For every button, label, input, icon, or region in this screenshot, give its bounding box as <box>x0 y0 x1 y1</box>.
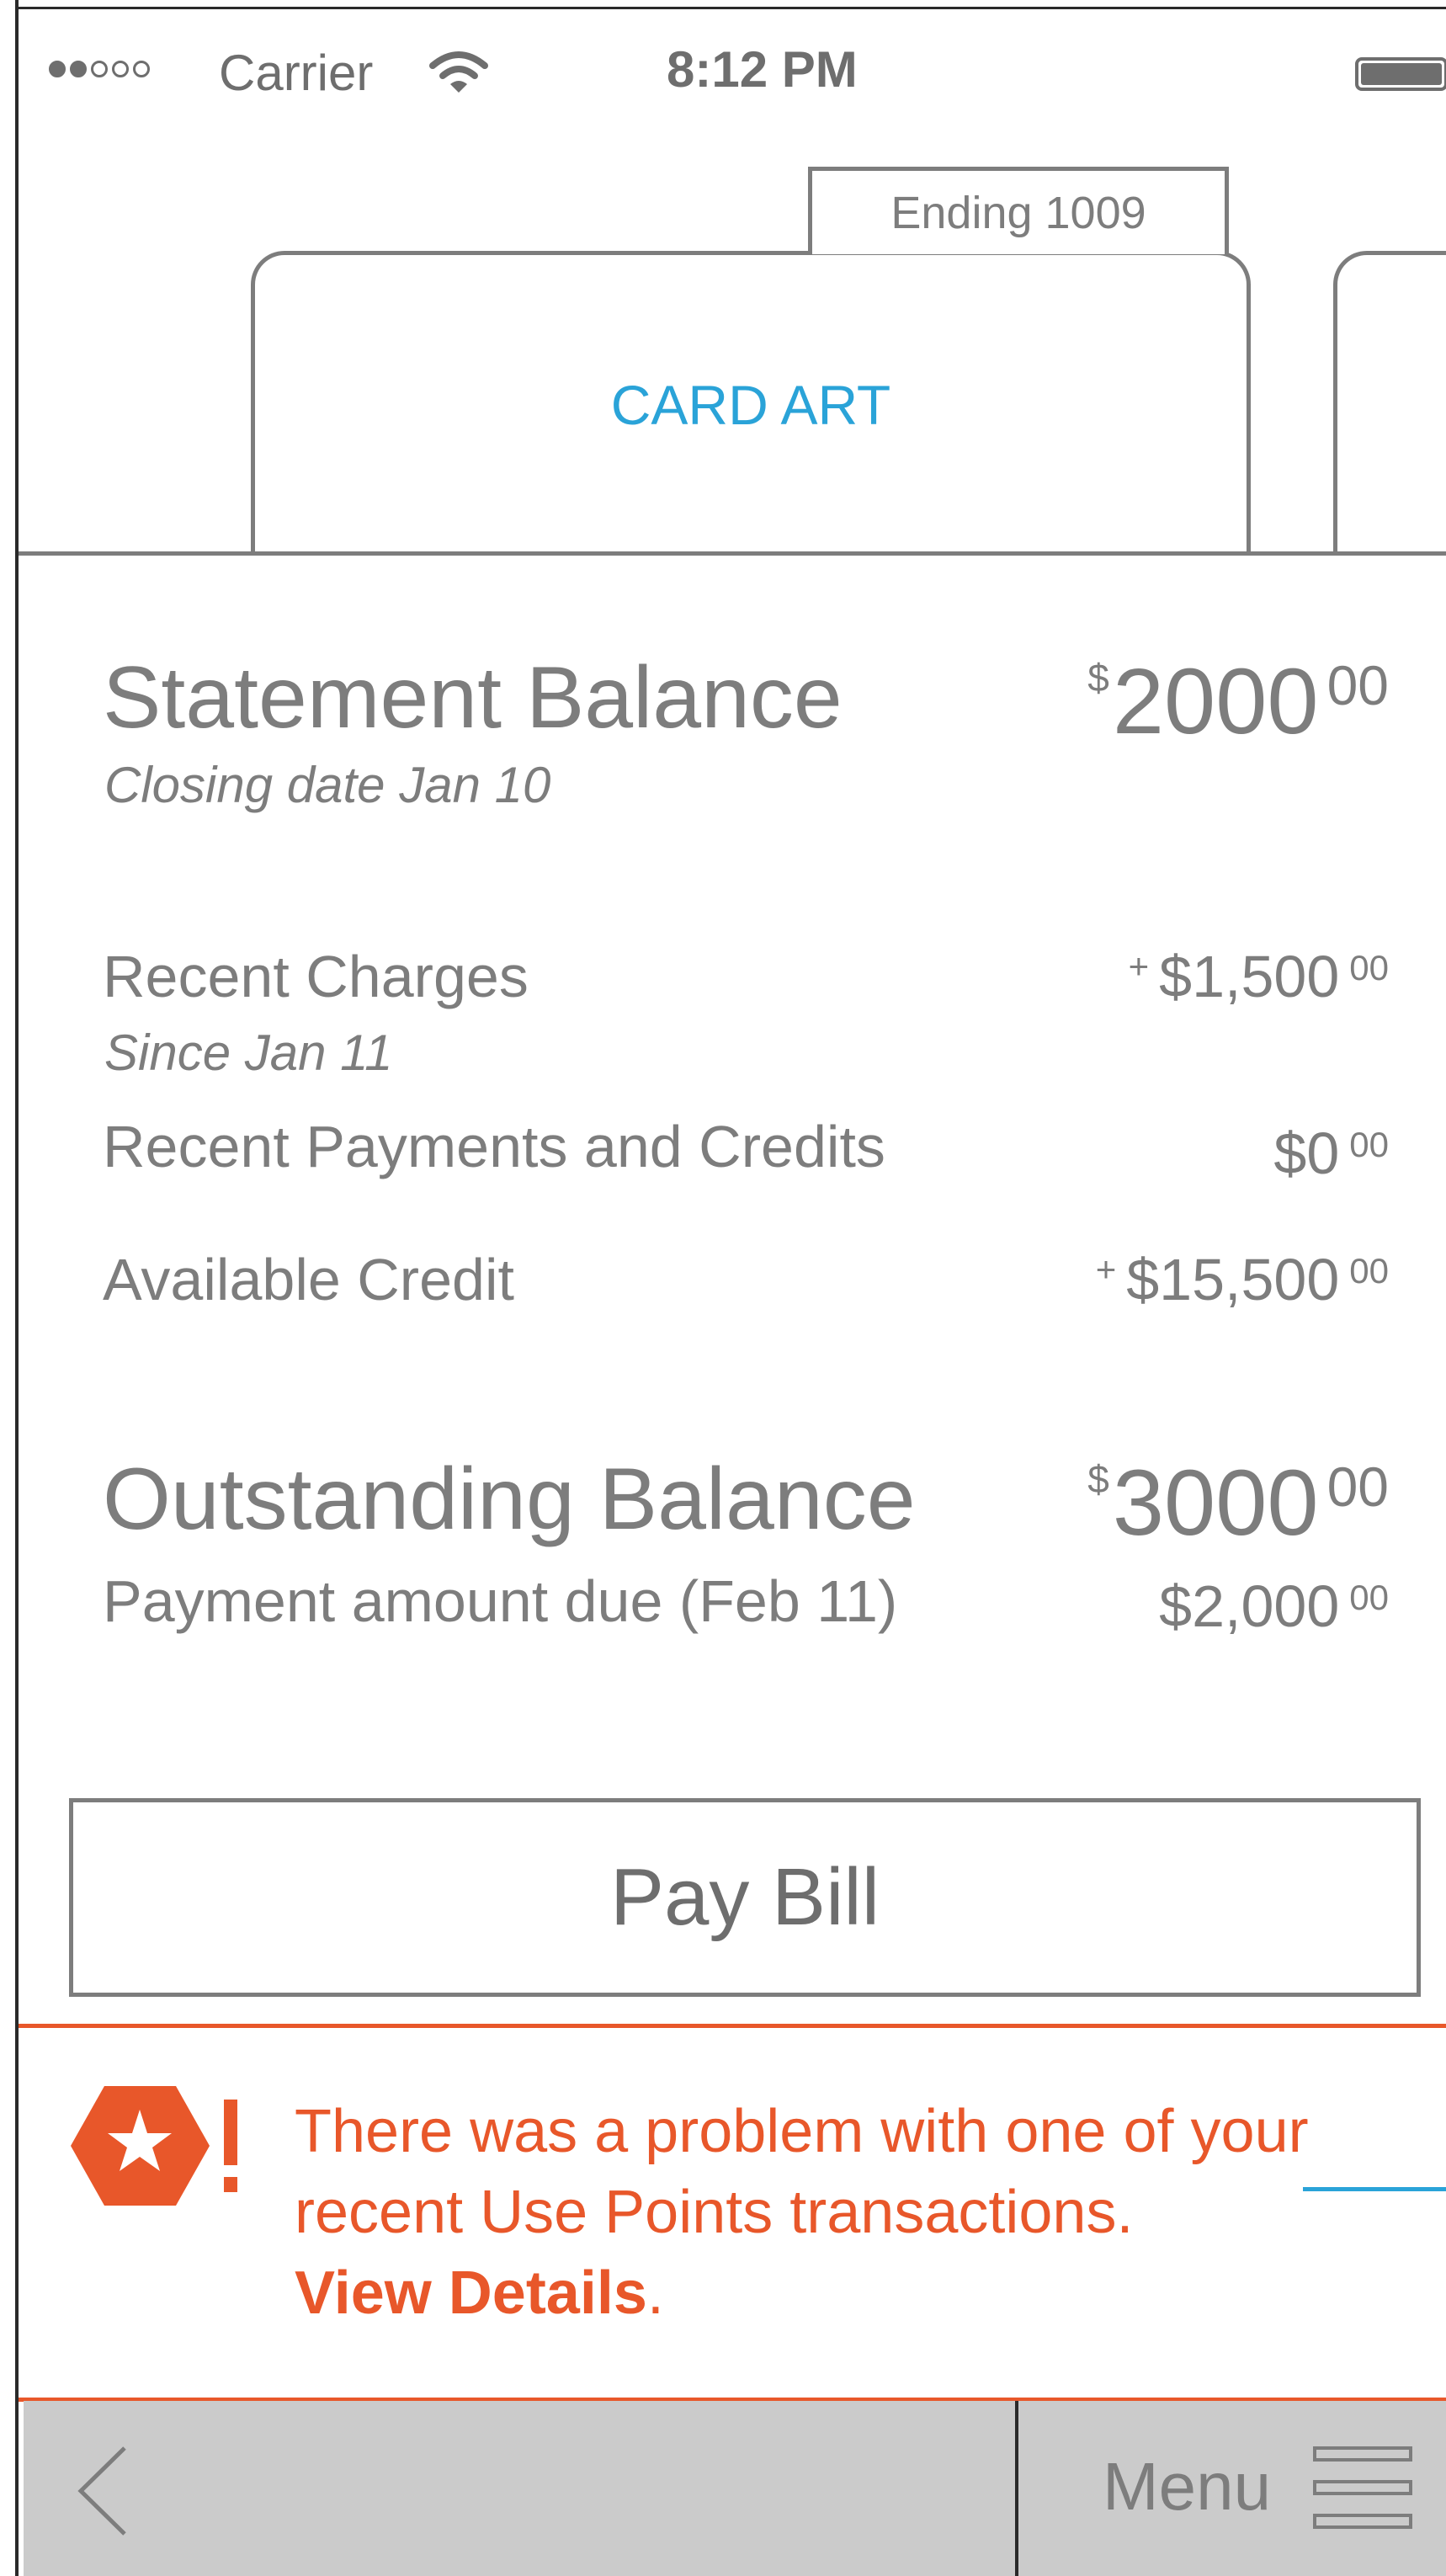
recent-payments-label: Recent Payments and Credits <box>103 1114 885 1179</box>
available-credit-label: Available Credit <box>103 1247 514 1312</box>
bottom-nav-bar: Menu <box>24 2401 1446 2576</box>
recent-payments-row: Recent Payments and Credits $0 00 <box>19 1113 1446 1197</box>
alert-message-text: There was a problem with one of your rec… <box>295 2098 1309 2246</box>
battery-icon <box>1355 57 1446 91</box>
outstanding-balance-amount: $3000 00 <box>1087 1451 1389 1555</box>
available-credit-row: Available Credit + $15,500 00 <box>19 1246 1446 1330</box>
currency-symbol: $ <box>1087 656 1109 700</box>
back-chevron-icon[interactable] <box>74 2445 141 2537</box>
card-art-label: CARD ART <box>610 374 891 436</box>
carrier-name: Carrier <box>219 45 374 101</box>
hamburger-menu-icon <box>1313 2446 1414 2531</box>
status-bar: Carrier 8:12 PM <box>19 0 1446 143</box>
recent-charges-amount: + $1,500 00 <box>1128 944 1389 1009</box>
card-art[interactable]: CARD ART <box>251 251 1251 556</box>
nav-divider <box>1015 2401 1018 2576</box>
card-carousel[interactable]: CARD ART Ending 1009 <box>19 143 1446 556</box>
statement-balance-amount: $2000 00 <box>1087 648 1389 755</box>
statement-amount-whole: 2000 <box>1112 650 1319 753</box>
menu-label: Menu <box>1103 2449 1272 2524</box>
view-details-link[interactable]: View Details <box>295 2259 647 2327</box>
clock: 8:12 PM <box>667 41 858 98</box>
statement-balance-title: Statement Balance <box>103 649 843 747</box>
recent-charges-since: Since Jan 11 <box>104 1025 393 1081</box>
payment-due-label: Payment amount due (Feb 11) <box>103 1568 898 1634</box>
outstanding-balance-title: Outstanding Balance <box>103 1450 916 1548</box>
statement-balance-row: Statement Balance Closing date Jan 10 $2… <box>19 648 1446 833</box>
pay-bill-button[interactable]: Pay Bill <box>69 1798 1421 1997</box>
page-indicator-line <box>1303 2187 1446 2191</box>
card-ending-tab: Ending 1009 <box>808 167 1229 254</box>
available-credit-amount: + $15,500 00 <box>1095 1247 1389 1312</box>
menu-button[interactable]: Menu <box>1042 2401 1446 2576</box>
alert-top-border <box>19 2024 1446 2028</box>
closing-date: Closing date Jan 10 <box>104 757 551 813</box>
alert-message: There was a problem with one of your rec… <box>295 2091 1389 2334</box>
wifi-icon <box>429 51 488 93</box>
payment-due-amount: $2,000 00 <box>1159 1573 1389 1639</box>
plus-sign: + <box>1128 946 1150 986</box>
recent-payments-amount: $0 00 <box>1273 1120 1389 1186</box>
outstanding-balance-row: Outstanding Balance $3000 00 Payment amou… <box>19 1450 1446 1652</box>
recent-charges-row: Recent Charges Since Jan 11 + $1,500 00 <box>19 943 1446 1094</box>
card-divider <box>19 551 1446 556</box>
next-card-preview[interactable] <box>1333 251 1446 556</box>
alert-link-suffix: . <box>646 2259 664 2327</box>
signal-strength-icon <box>49 61 150 77</box>
warning-star-icon <box>71 2086 237 2206</box>
statement-amount-cents: 00 <box>1326 654 1389 716</box>
recent-charges-label: Recent Charges <box>103 944 529 1009</box>
